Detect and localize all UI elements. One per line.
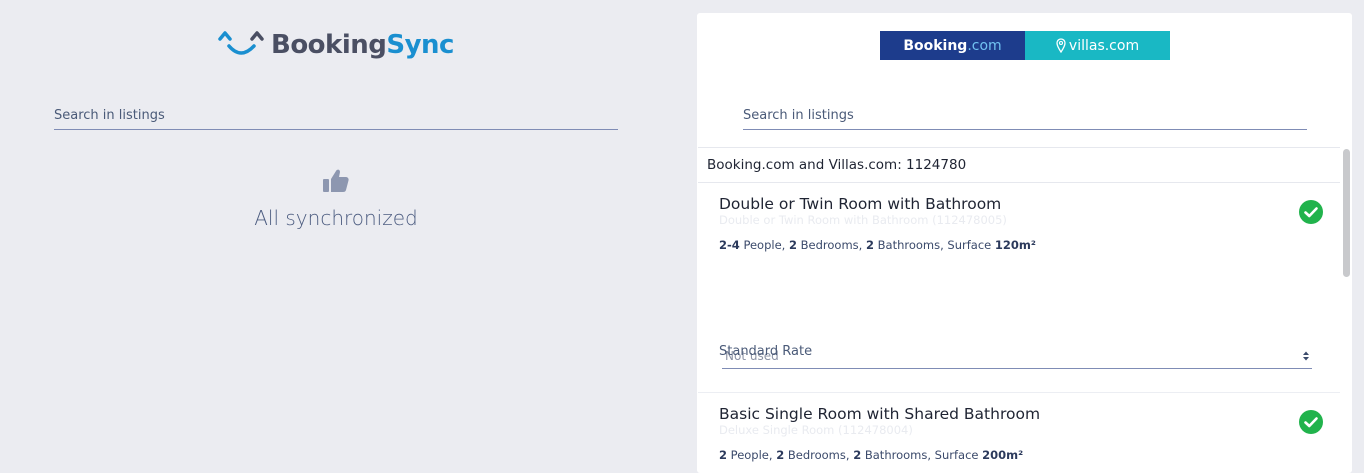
villas-com-logo: villas.com xyxy=(1025,31,1170,60)
listing-item: Basic Single Room with Shared Bathroom D… xyxy=(698,393,1340,473)
right-search-field[interactable] xyxy=(743,104,1307,130)
sync-status-text: All synchronized xyxy=(254,206,418,230)
right-panel: Booking.com villas.com Booking.com and V… xyxy=(697,13,1352,473)
listing-details: 2-4 People, 2 Bedrooms, 2 Bathrooms, Sur… xyxy=(719,238,1036,252)
location-pin-icon xyxy=(1056,37,1066,53)
listing-details: 2 People, 2 Bedrooms, 2 Bathrooms, Surfa… xyxy=(719,448,1024,462)
listing-title: Double or Twin Room with Bathroom xyxy=(719,195,1002,213)
right-search-input[interactable] xyxy=(743,104,1307,126)
check-circle-icon xyxy=(1299,200,1323,224)
scrollbar[interactable] xyxy=(1343,149,1350,277)
select-arrows-icon xyxy=(1303,351,1309,361)
listing-item: Double or Twin Room with Bathroom Double… xyxy=(698,183,1340,393)
rate-select-label: Standard Rate xyxy=(719,344,813,359)
account-header: Booking.com and Villas.com: 1124780 xyxy=(698,147,1340,183)
left-search-input[interactable] xyxy=(54,104,618,126)
bookingsync-logo: BookingSync xyxy=(217,27,454,63)
check-circle-icon xyxy=(1299,410,1323,434)
brand-banner: Booking .com villas.com xyxy=(880,31,1170,60)
listing-subtitle: Double or Twin Room with Bathroom (11247… xyxy=(719,213,1007,227)
booking-com-logo: Booking .com xyxy=(880,31,1025,60)
listing-title: Basic Single Room with Shared Bathroom xyxy=(719,405,1041,423)
left-search-field[interactable] xyxy=(54,104,618,130)
logo-wordmark: BookingSync xyxy=(271,30,454,60)
left-panel: BookingSync All synchronized xyxy=(0,0,672,458)
rate-select[interactable]: Not used Standard Rate xyxy=(719,344,1312,369)
smile-logo-icon xyxy=(218,31,264,55)
listing-subtitle: Deluxe Single Room (112478004) xyxy=(719,423,913,437)
thumbs-up-icon xyxy=(323,169,349,192)
